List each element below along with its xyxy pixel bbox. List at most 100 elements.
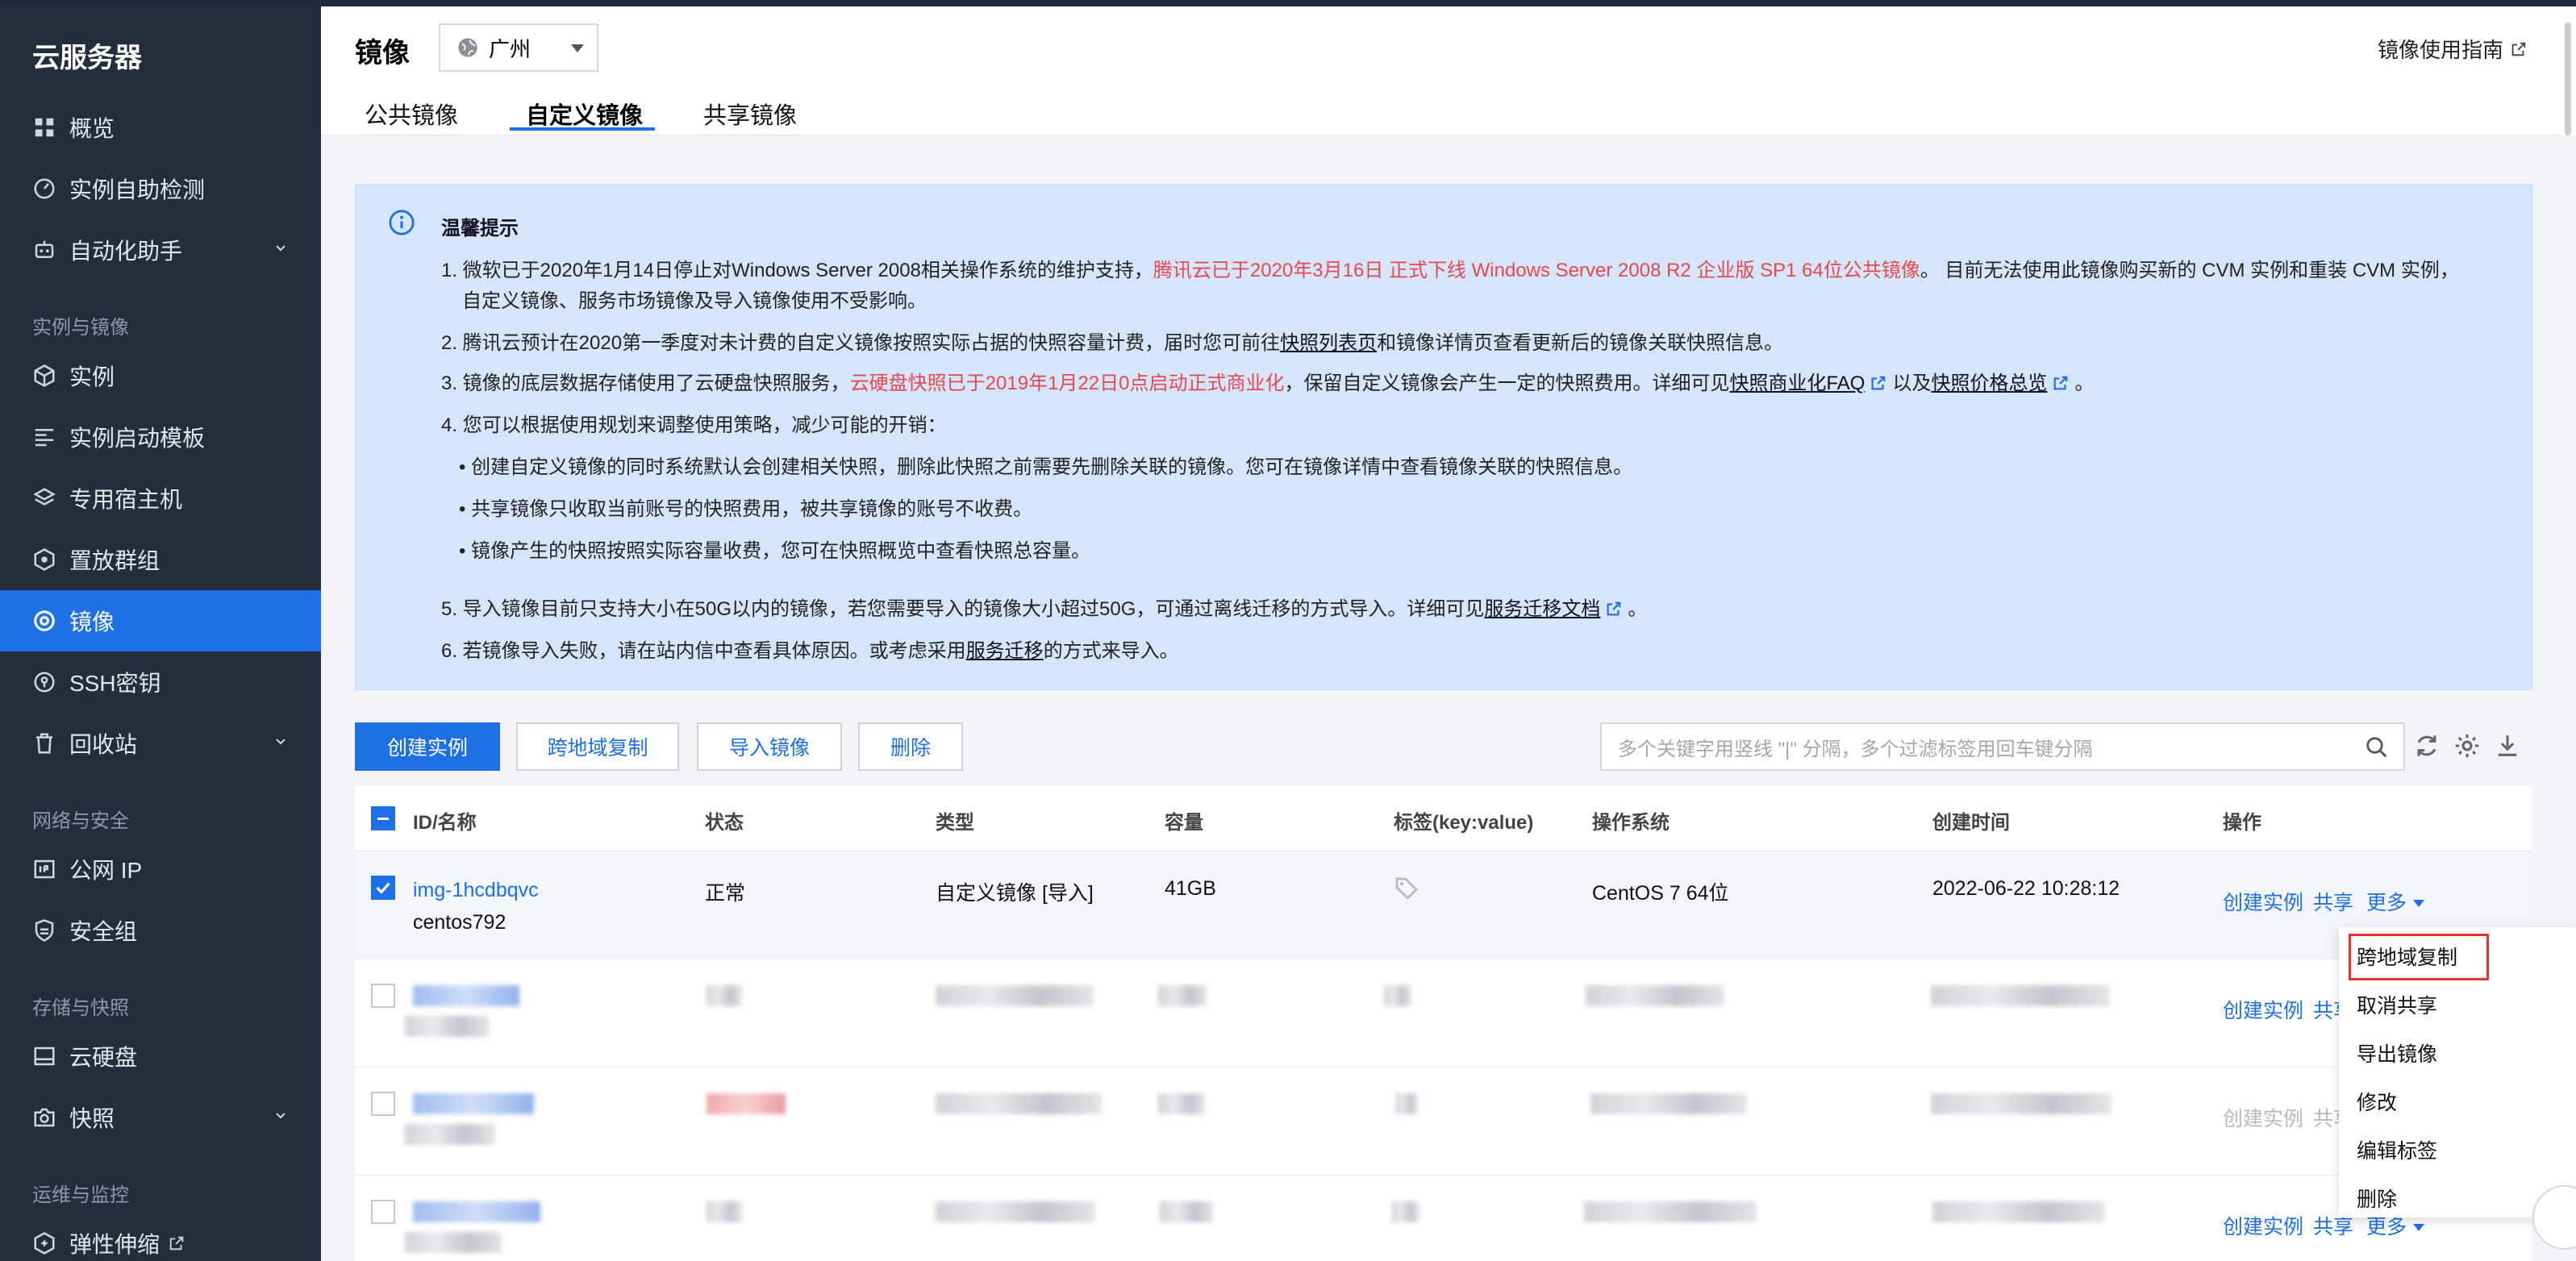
table-row[interactable]: img-1hcdbqvc centos792 正常 自定义镜像 [导入] 41G… [355,851,2532,959]
redacted-status [707,1201,742,1222]
row-create-instance-link[interactable]: 创建实例 [2223,887,2303,916]
redacted-type [936,1093,1102,1114]
sidebar: 云服务器 概览 实例自助检测 自动化助手 实例与镜像 实例 实例启动模板 专用宿… [0,6,321,1261]
tab-custom-images[interactable]: 自定义镜像 [526,97,643,131]
notice-line-1: 1. 微软已于2020年1月14日停止对Windows Server 2008相… [441,254,2459,282]
search-input[interactable]: 多个关键字用竖线 "|" 分隔，多个过滤标签用回车键分隔 [1600,722,2405,771]
image-os: CentOS 7 64位 [1592,882,1729,905]
notice-text: 3. 镜像的底层数据存储使用了云硬盘快照服务， [441,372,850,394]
shield-icon [32,918,56,943]
sidebar-item-recycle-bin[interactable]: 回收站 [0,713,321,774]
redacted-type [936,985,1094,1006]
row-checkbox[interactable] [371,984,395,1008]
disk-icon [32,1044,56,1068]
table-row[interactable]: 创建实例 共享 更多 [355,1176,2532,1261]
menu-item-export-image[interactable]: 导出镜像 [2357,1038,2437,1067]
sidebar-item-automation[interactable]: 自动化助手 [0,219,321,281]
row-more-label: 更多 [2366,892,2407,914]
sidebar-item-label: 安全组 [69,919,138,944]
redacted-os [1586,985,1724,1006]
sidebar-item-label: 概览 [69,116,115,141]
redacted-id [413,1201,540,1222]
notice-bullet-1: • 创建自定义镜像的同时系统默认会创建相关快照，删除此快照之前需要先删除关联的镜… [459,456,1633,478]
table-row[interactable]: 创建实例 共享 [355,1067,2532,1176]
menu-item-cancel-share[interactable]: 取消共享 [2357,990,2437,1019]
tab-public-images[interactable]: 公共镜像 [365,97,458,131]
caret-down-icon [2413,1224,2425,1231]
sidebar-group-instances: 实例与镜像 [32,317,129,339]
robot-icon [32,238,56,262]
row-create-instance-link[interactable]: 创建实例 [2223,995,2303,1024]
download-icon[interactable] [2494,732,2521,760]
delete-button[interactable]: 删除 [858,722,963,771]
row-checkbox[interactable] [371,1092,395,1116]
notice-line-5: 5. 导入镜像目前只支持大小在50G以内的镜像，若您需要导入的镜像大小超过50G… [441,593,1647,621]
snapshot-faq-link[interactable]: 快照商业化FAQ [1729,372,1865,394]
notice-bullet-2: • 共享镜像只收取当前账号的快照费用，被共享镜像的账号不收费。 [459,498,1033,520]
gauge-icon [32,177,56,201]
scrollbar[interactable] [2560,6,2576,135]
image-guide-link[interactable]: 镜像使用指南 [2378,34,2528,64]
image-guide-label: 镜像使用指南 [2377,38,2503,62]
sidebar-item-launch-templates[interactable]: 实例启动模板 [0,406,321,468]
row-share-link[interactable]: 共享 [2313,887,2353,916]
migration-doc-link[interactable]: 服务迁移文档 [1484,598,1600,620]
row-checkbox[interactable] [371,1200,395,1224]
col-capacity: 容量 [1165,812,1203,834]
sidebar-item-cloud-disks[interactable]: 云硬盘 [0,1026,321,1087]
search-icon[interactable] [2365,735,2389,760]
menu-item-edit-tags[interactable]: 编辑标签 [2357,1135,2437,1164]
service-migration-link[interactable]: 服务迁移 [966,640,1044,662]
sidebar-item-placement-groups[interactable]: 置放群组 [0,529,321,590]
import-image-button[interactable]: 导入镜像 [697,722,842,771]
sidebar-item-ssh-keys[interactable]: SSH密钥 [0,651,321,713]
cross-region-copy-button[interactable]: 跨地域复制 [516,722,679,771]
scrollbar-thumb[interactable] [2565,23,2571,135]
external-link-icon [169,1236,184,1251]
redacted-tag [1395,1093,1418,1114]
sidebar-item-label: 回收站 [69,732,138,757]
image-id-link[interactable]: img-1hcdbqvc [413,879,539,902]
sidebar-item-label: 置放群组 [69,548,160,573]
highlight-box [2349,934,2489,980]
sidebar-item-self-check[interactable]: 实例自助检测 [0,158,321,219]
row-checkbox[interactable] [371,876,395,900]
redacted-id [413,1093,534,1114]
menu-item-modify[interactable]: 修改 [2357,1087,2397,1116]
snapshot-pricing-link[interactable]: 快照价格总览 [1931,372,2047,394]
menu-item-delete[interactable]: 删除 [2357,1184,2397,1213]
sidebar-item-security-groups[interactable]: 安全组 [0,900,321,961]
sidebar-item-snapshots[interactable]: 快照 [0,1087,321,1148]
notice-text: 1. 微软已于2020年1月14日停止对Windows Server 2008相… [441,260,1153,281]
row-more-label: 更多 [2366,1216,2407,1238]
sidebar-item-dedicated-hosts[interactable]: 专用宿主机 [0,468,321,529]
notice-line-2: 2. 腾讯云预计在2020第一季度对未计费的自定义镜像按照实际占据的快照容量计费… [441,327,1783,355]
col-tags: 标签(key:value) [1394,812,1534,834]
tag-icon[interactable] [1394,876,1419,901]
tab-shared-images[interactable]: 共享镜像 [703,97,797,131]
sidebar-item-overview[interactable]: 概览 [0,97,321,158]
select-all-checkbox[interactable] [371,806,395,830]
row-create-instance-link[interactable]: 创建实例 [2223,1211,2303,1240]
row-create-instance-link[interactable]: 创建实例 [2223,1103,2303,1132]
notice-text: 6. 若镜像导入失败，请在站内信中查看具体原因。或考虑采用 [441,640,966,662]
notice-panel: 温馨提示 1. 微软已于2020年1月14日停止对Windows Server … [355,184,2532,690]
row-more-dropdown[interactable]: 更多 [2366,887,2425,916]
redacted-status [707,985,742,1006]
table-row[interactable]: 创建实例 共享 [355,959,2532,1067]
external-link-icon [1607,601,1621,616]
sidebar-item-auto-scaling[interactable]: 弹性伸缩 [0,1213,321,1261]
sidebar-item-instances[interactable]: 实例 [0,345,321,406]
create-instance-button[interactable]: 创建实例 [355,722,500,771]
status-text: 正常 [705,882,746,905]
refresh-icon[interactable] [2413,732,2441,760]
table-header: ID/名称 状态 类型 容量 标签(key:value) 操作系统 创建时间 操… [355,785,2532,851]
snapshot-list-link[interactable]: 快照列表页 [1280,332,1377,354]
gear-icon[interactable] [2453,732,2481,760]
info-icon [389,210,415,235]
sidebar-item-images[interactable]: 镜像 [0,590,321,651]
sidebar-item-public-ip[interactable]: 公网 IP [0,839,321,900]
region-select[interactable]: 广州 [439,23,598,72]
image-type: 自定义镜像 [导入] [936,882,1094,905]
col-type: 类型 [936,812,974,834]
